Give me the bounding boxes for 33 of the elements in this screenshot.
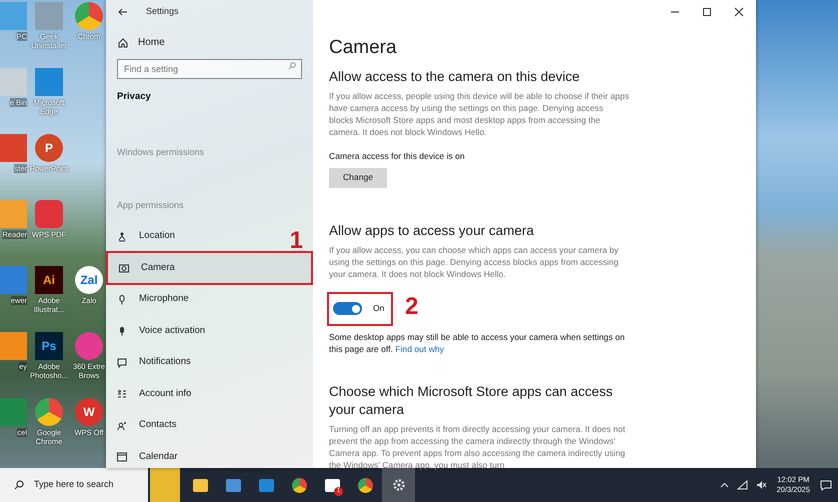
app-icon[interactable]: W [75, 398, 103, 426]
section-heading: Allow apps to access your camera [329, 222, 535, 240]
app-icon[interactable]: Zal [75, 266, 103, 294]
section-heading: Allow access to the camera on this device [329, 68, 581, 86]
sidebar-item[interactable]: Location [106, 226, 266, 248]
find-out-why-link[interactable]: Find out why [395, 344, 444, 354]
sidebar-item[interactable]: Voice activation [106, 320, 266, 342]
sidebar-item[interactable]: Calendar [106, 446, 266, 468]
app-icon[interactable]: P [35, 134, 63, 162]
note-text: Some desktop apps may still be able to access your camera when settings on this page are off. Find out why [329, 330, 626, 355]
sidebar-item[interactable]: Microphone [106, 288, 266, 310]
description-text: If you allow access, people using this device will be able to choose if their apps have camera access by using the settings on this page. Denying access blocks Microsoft Store apps and most desktop apps from accessing the camera. It does not block Windows Hello. [329, 90, 629, 138]
annotation-number: 1 [290, 229, 303, 253]
window-title: Settings [146, 5, 179, 18]
description-text: Turning off an app prevents it from directly accessing your camera. It does not prevent the app from accessing the camera indirectly through the Windows' Camera app. To prevent apps from also accessing the camera indirectly using the Windows' Camera app, you must also turn [329, 422, 626, 471]
section-heading: Privacy [116, 90, 152, 104]
app-icon[interactable]: Ps [35, 332, 63, 360]
group-heading: Windows permissions [116, 146, 206, 159]
home-link[interactable]: Home [106, 35, 313, 50]
page-title: Camera [329, 36, 398, 60]
sidebar-item[interactable]: Camera [108, 253, 311, 283]
group-heading: App permissions [116, 199, 185, 212]
annotation-number: 2 [405, 294, 418, 319]
search-field[interactable]: Find a setting [117, 59, 302, 80]
sidebar-item[interactable]: Contacts [106, 414, 266, 436]
status-text: Camera access for this device is on [329, 150, 466, 163]
change-button[interactable]: Change [329, 168, 387, 188]
section-heading: Choose which Microsoft Store apps can access your camera [329, 382, 613, 419]
description-text: If you allow access, you can choose which apps can access your camera by using the settings on this page. Denying access blocks apps from accessing your camera. It does not block Windows Hello. [329, 244, 620, 280]
taskbar-search-field[interactable]: Type here to search [0, 468, 148, 502]
sidebar-item[interactable]: Notifications [106, 352, 266, 374]
sidebar-item[interactable]: Account info [106, 383, 266, 405]
app-icon[interactable]: Ai [35, 266, 63, 294]
